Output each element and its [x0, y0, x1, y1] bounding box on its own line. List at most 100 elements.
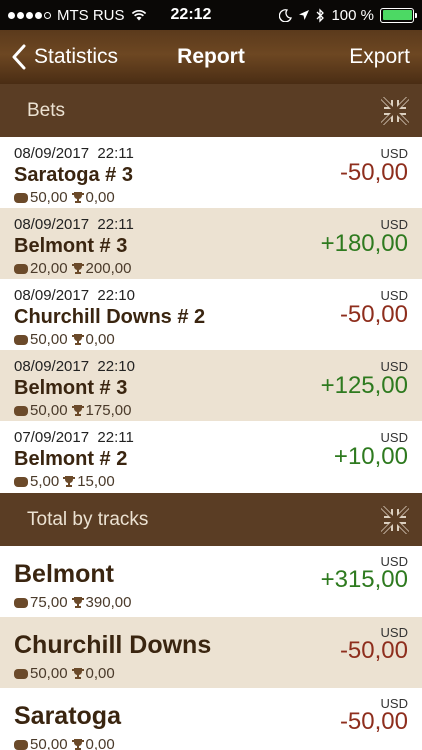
bet-stake: 5,00 [30, 473, 60, 490]
trophy-icon [71, 739, 84, 750]
bet-datetime: 08/09/2017 22:10 [14, 358, 135, 375]
bet-stats: 50,00 0,00 [14, 331, 115, 348]
total-stake: 50,00 [30, 665, 68, 682]
chip-icon [14, 405, 28, 416]
back-button-label: Statistics [34, 45, 119, 68]
trophy-icon [71, 668, 84, 679]
clock: 22:12 [170, 6, 212, 23]
bet-row[interactable]: 08/09/2017 22:10 Belmont # 3 50,00 175,0… [0, 350, 422, 421]
total-row[interactable]: Saratoga 50,00 0,00 USD -50,00 [0, 688, 422, 750]
total-track: Churchill Downs [14, 631, 212, 659]
battery-icon [380, 7, 417, 23]
total-row[interactable]: Belmont 75,00 390,00 USD +315,00 [0, 546, 422, 617]
trophy-icon [71, 597, 84, 608]
bet-stats: 50,00 0,00 [14, 189, 115, 206]
page-title: Report [177, 45, 245, 68]
total-track: Belmont [14, 560, 114, 588]
bet-datetime: 08/09/2017 22:11 [14, 145, 134, 162]
chip-icon [14, 263, 28, 274]
bet-track: Belmont # 2 [14, 448, 128, 470]
bet-date: 08/09/2017 [14, 287, 90, 304]
bet-track: Belmont # 3 [14, 235, 128, 257]
bet-track: Churchill Downs # 2 [14, 306, 206, 328]
trophy-icon [63, 476, 76, 487]
trophy-icon [71, 334, 84, 345]
total-amount: -50,00 [339, 637, 408, 664]
back-button[interactable]: Statistics [0, 30, 150, 84]
bet-track: Saratoga # 3 [14, 164, 133, 186]
total-stake: 75,00 [30, 594, 68, 611]
bet-win: 0,00 [85, 189, 115, 206]
bet-date: 08/09/2017 [14, 216, 90, 233]
navigation-bar: Statistics Report Export [0, 30, 422, 84]
section-title: Total by tracks [27, 508, 149, 530]
total-stats: 50,00 0,00 [14, 665, 115, 682]
total-amount: -50,00 [339, 708, 408, 735]
bet-row[interactable]: 08/09/2017 22:10 Churchill Downs # 2 50,… [0, 279, 422, 350]
bet-time: 22:11 [97, 145, 134, 162]
bet-stake: 50,00 [30, 189, 68, 206]
bet-stake: 50,00 [30, 402, 68, 419]
status-bar: MTS RUS 22:12 100 % [0, 0, 422, 30]
bet-date: 07/09/2017 [14, 429, 90, 446]
bet-time: 22:10 [97, 358, 135, 375]
bet-row[interactable]: 08/09/2017 22:11 Belmont # 3 20,00 200,0… [0, 208, 422, 279]
bet-time: 22:10 [97, 287, 135, 304]
bet-date: 08/09/2017 [14, 145, 90, 162]
moon-icon [279, 8, 293, 22]
battery-percent: 100 % [331, 6, 374, 24]
export-button[interactable]: Export [272, 45, 422, 69]
section-header-totals: Total by tracks [0, 493, 422, 546]
total-win: 390,00 [85, 594, 132, 611]
chip-icon [14, 739, 28, 750]
bet-time: 22:11 [97, 216, 134, 233]
bet-datetime: 07/09/2017 22:11 [14, 429, 134, 446]
chip-icon [14, 334, 28, 345]
bet-stats: 50,00 175,00 [14, 402, 131, 419]
chip-icon [14, 192, 28, 203]
bet-stake: 20,00 [30, 260, 68, 277]
bluetooth-icon [316, 7, 325, 23]
chip-icon [14, 597, 28, 608]
bet-stats: 20,00 200,00 [14, 260, 131, 277]
bet-amount: -50,00 [339, 301, 408, 328]
total-row[interactable]: Churchill Downs 50,00 0,00 USD -50,00 [0, 617, 422, 688]
total-stats: 75,00 390,00 [14, 594, 131, 611]
bet-time: 22:11 [97, 429, 134, 446]
total-stats: 50,00 0,00 [14, 736, 115, 750]
bet-amount: -50,00 [339, 159, 408, 186]
section-header-bets: Bets [0, 84, 422, 137]
bet-win: 175,00 [85, 402, 132, 419]
total-win: 0,00 [85, 665, 115, 682]
signal-strength-icon [8, 11, 51, 19]
bet-row[interactable]: 07/09/2017 22:11 Belmont # 2 5,00 15,00 … [0, 421, 422, 492]
bet-row[interactable]: 08/09/2017 22:11 Saratoga # 3 50,00 0,00… [0, 137, 422, 208]
collapse-arrows-icon[interactable] [380, 96, 410, 126]
wifi-icon [131, 9, 146, 21]
collapse-arrows-icon[interactable] [380, 505, 410, 535]
bet-amount: +10,00 [333, 443, 408, 470]
bet-amount: +180,00 [320, 230, 408, 257]
total-stake: 50,00 [30, 736, 68, 750]
chevron-left-icon [12, 44, 26, 70]
chip-icon [14, 476, 28, 487]
location-icon [299, 10, 310, 20]
trophy-icon [71, 192, 84, 203]
bet-amount: +125,00 [320, 372, 408, 399]
total-amount: +315,00 [320, 566, 408, 593]
bet-stake: 50,00 [30, 331, 68, 348]
bet-datetime: 08/09/2017 22:10 [14, 287, 135, 304]
total-win: 0,00 [85, 736, 115, 750]
bet-win: 15,00 [77, 473, 115, 490]
bet-date: 08/09/2017 [14, 358, 90, 375]
chip-icon [14, 668, 28, 679]
trophy-icon [71, 405, 84, 416]
section-title: Bets [27, 99, 66, 121]
bet-stats: 5,00 15,00 [14, 473, 115, 490]
bet-track: Belmont # 3 [14, 377, 128, 399]
bet-win: 0,00 [85, 331, 115, 348]
total-track: Saratoga [14, 702, 121, 730]
bet-datetime: 08/09/2017 22:11 [14, 216, 134, 233]
carrier-name: MTS RUS [57, 6, 125, 24]
trophy-icon [71, 263, 84, 274]
